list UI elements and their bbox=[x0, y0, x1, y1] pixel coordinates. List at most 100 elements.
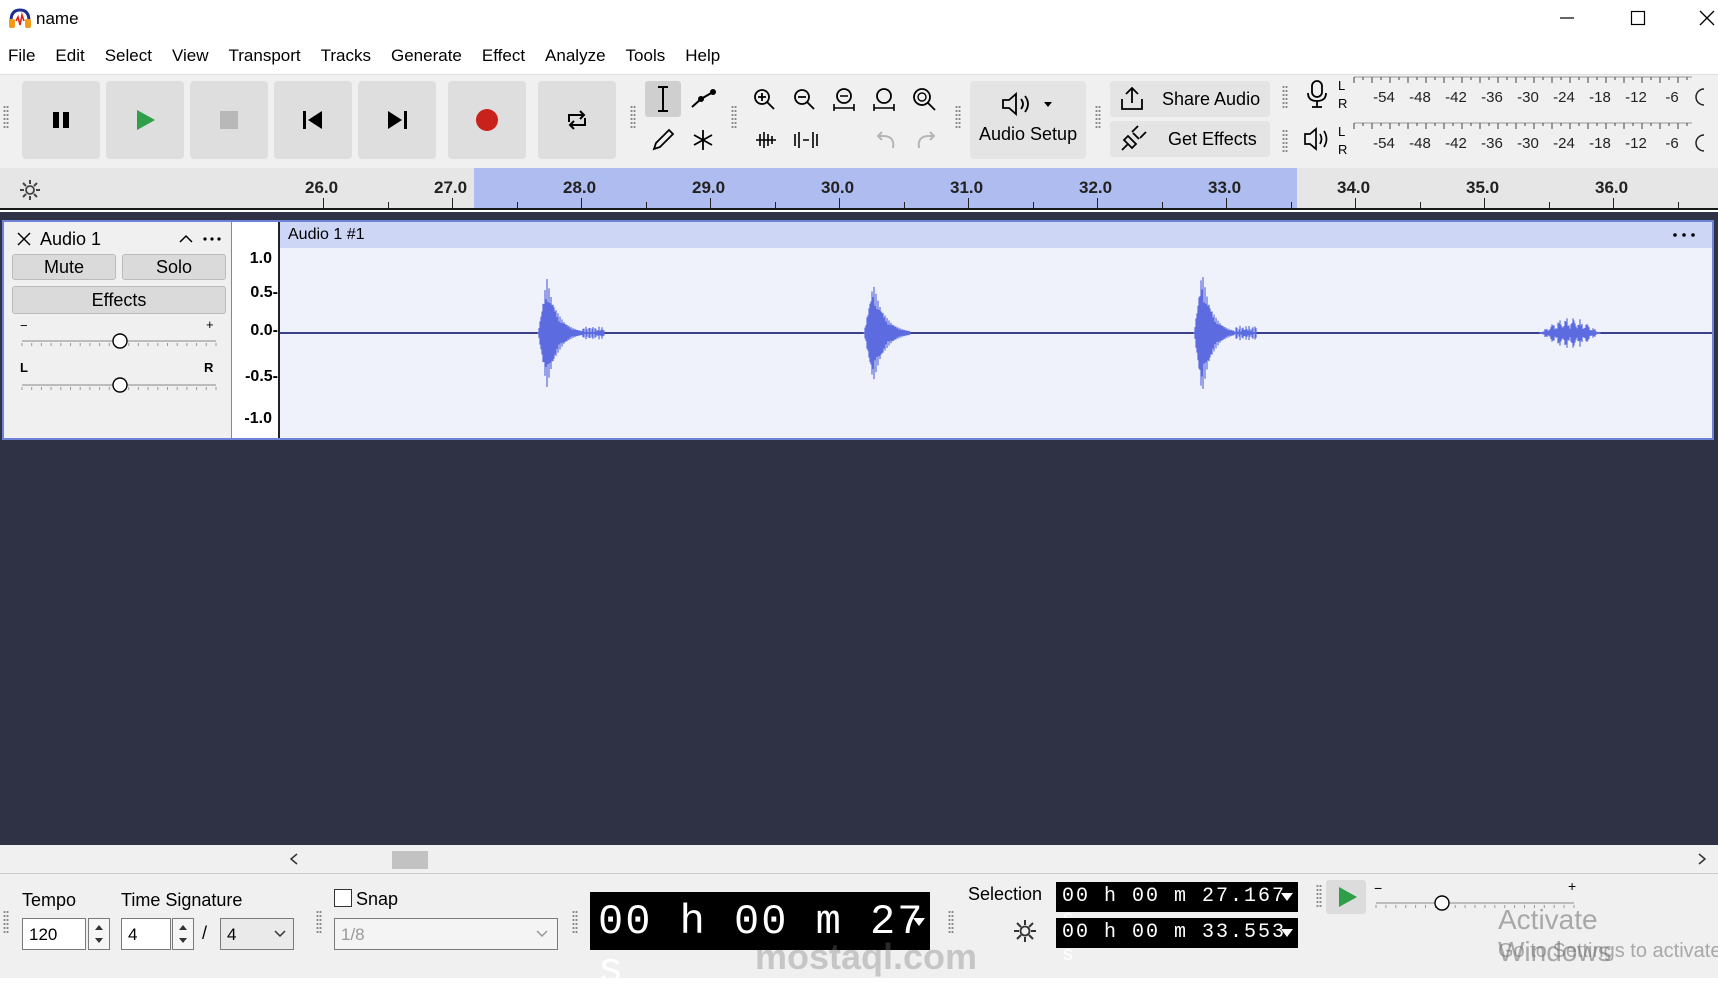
toolbar-grip[interactable] bbox=[3, 105, 9, 129]
gain-slider[interactable] bbox=[20, 330, 220, 352]
skip-to-start-button[interactable] bbox=[274, 81, 352, 159]
menu-transport[interactable]: Transport bbox=[229, 46, 301, 66]
meter-slider-knob[interactable] bbox=[1695, 88, 1705, 106]
menu-file[interactable]: File bbox=[8, 46, 35, 66]
silence-audio-button[interactable] bbox=[788, 122, 824, 158]
menu-analyze[interactable]: Analyze bbox=[545, 46, 605, 66]
microphone-icon[interactable] bbox=[1304, 79, 1330, 109]
skip-to-end-button[interactable] bbox=[358, 81, 436, 159]
zoom-out-button[interactable] bbox=[786, 81, 822, 117]
solo-button[interactable]: Solo bbox=[122, 254, 226, 280]
toolbar-grip[interactable] bbox=[572, 910, 578, 934]
meter-scale-label: -6 bbox=[1665, 135, 1678, 152]
share-audio-button[interactable]: Share Audio bbox=[1110, 81, 1270, 117]
plug-icon bbox=[1121, 125, 1147, 151]
record-button[interactable] bbox=[448, 81, 526, 159]
ruler-label: 27.0 bbox=[434, 178, 468, 197]
clip-menu-icon[interactable] bbox=[1672, 230, 1696, 240]
close-window-button[interactable] bbox=[1676, 0, 1718, 36]
playback-meter[interactable]: -54 -48 -42 -36 -30 -24 -18 -12 -6 bbox=[1352, 121, 1707, 161]
tracks-area[interactable]: Audio 1 Mute Solo Effects − + L R 1.0 0. bbox=[0, 212, 1718, 845]
get-effects-button[interactable]: Get Effects bbox=[1110, 121, 1270, 157]
fit-selection-button[interactable] bbox=[826, 81, 862, 117]
collapse-chevron-icon[interactable] bbox=[178, 232, 194, 246]
selection-tool-button[interactable] bbox=[645, 81, 681, 117]
ruler-major-tick bbox=[1484, 198, 1485, 208]
ruler-label: 34.0 bbox=[1337, 178, 1371, 197]
ruler-major-tick bbox=[1355, 198, 1356, 208]
recording-meter[interactable]: -54 -48 -42 -36 -30 -24 -18 -12 -6 bbox=[1352, 75, 1707, 115]
meter-scale-label: -30 bbox=[1517, 89, 1539, 106]
play-at-speed-button[interactable] bbox=[1326, 880, 1366, 914]
ruler-minor-tick bbox=[645, 202, 647, 208]
toolbar-grip[interactable] bbox=[1282, 129, 1288, 153]
toolbar-grip[interactable] bbox=[955, 105, 961, 129]
ts-denominator-select[interactable]: 4 bbox=[220, 918, 294, 950]
toolbar-grip[interactable] bbox=[3, 910, 9, 934]
timeline-ruler[interactable]: 26.0 27.0 28.0 29.0 30.0 31.0 32.0 33.0 34.0 35.0… bbox=[0, 168, 1718, 210]
menu-tracks[interactable]: Tracks bbox=[321, 46, 371, 66]
horizontal-scrollbar[interactable] bbox=[0, 845, 1718, 873]
zoom-in-button[interactable] bbox=[746, 81, 782, 117]
toolbar-grip[interactable] bbox=[731, 105, 737, 129]
maximize-button[interactable] bbox=[1607, 0, 1669, 36]
menu-help[interactable]: Help bbox=[685, 46, 720, 66]
scroll-left-icon[interactable] bbox=[288, 852, 300, 866]
selection-end-display[interactable]: 00 h 00 m 33.553 s bbox=[1056, 918, 1298, 967]
toolbar-grip[interactable] bbox=[1095, 105, 1101, 129]
scroll-right-icon[interactable] bbox=[1696, 852, 1708, 866]
ruler-minor-tick bbox=[1548, 202, 1550, 208]
audio-clip[interactable]: Audio 1 #1 bbox=[280, 222, 1712, 438]
snap-checkbox[interactable] bbox=[334, 889, 352, 907]
speaker-icon[interactable] bbox=[1302, 125, 1332, 153]
envelope-tool-button[interactable] bbox=[685, 81, 721, 117]
audio-setup-button[interactable]: Audio Setup bbox=[970, 81, 1086, 159]
selection-start-display[interactable]: 00 h 00 m 27.167 s bbox=[1056, 882, 1298, 931]
trim-icon bbox=[756, 132, 776, 148]
ts-numerator-spinner[interactable] bbox=[172, 918, 194, 950]
multi-tool-button[interactable] bbox=[685, 122, 721, 158]
toolbar-grip[interactable] bbox=[1316, 884, 1322, 908]
undo-button[interactable] bbox=[868, 122, 904, 158]
minimize-button[interactable] bbox=[1536, 0, 1598, 36]
toolbar-grip[interactable] bbox=[948, 910, 954, 934]
ruler-major-tick bbox=[1226, 198, 1227, 208]
audio-track[interactable]: Audio 1 Mute Solo Effects − + L R 1.0 0. bbox=[2, 220, 1714, 440]
draw-tool-button[interactable] bbox=[645, 122, 681, 158]
clip-header[interactable]: Audio 1 #1 bbox=[280, 222, 1712, 248]
redo-button[interactable] bbox=[908, 122, 944, 158]
effects-button[interactable]: Effects bbox=[12, 286, 226, 314]
toolbar-grip[interactable] bbox=[630, 105, 636, 129]
silence-icon bbox=[794, 132, 818, 148]
track-name[interactable]: Audio 1 bbox=[40, 229, 101, 250]
fit-project-button[interactable] bbox=[866, 81, 902, 117]
menu-tools[interactable]: Tools bbox=[626, 46, 666, 66]
menu-effect[interactable]: Effect bbox=[482, 46, 525, 66]
track-menu-icon[interactable] bbox=[202, 232, 222, 246]
menu-generate[interactable]: Generate bbox=[391, 46, 462, 66]
menu-edit[interactable]: Edit bbox=[55, 46, 84, 66]
pan-slider[interactable] bbox=[20, 374, 220, 396]
meter-slider-knob[interactable] bbox=[1695, 134, 1705, 152]
menu-select[interactable]: Select bbox=[105, 46, 152, 66]
close-track-icon[interactable] bbox=[16, 231, 32, 247]
play-button[interactable] bbox=[106, 81, 184, 159]
ts-numerator-input[interactable]: 4 bbox=[121, 918, 171, 950]
scroll-thumb[interactable] bbox=[392, 851, 428, 869]
chevron-down-icon bbox=[913, 918, 925, 926]
mute-button[interactable]: Mute bbox=[12, 254, 116, 280]
tempo-input[interactable]: 120 bbox=[22, 918, 86, 950]
speaker-dropdown-icon bbox=[1002, 92, 1052, 116]
meter-scale-label: -54 bbox=[1373, 135, 1395, 152]
menu-view[interactable]: View bbox=[172, 46, 209, 66]
tempo-spinner[interactable] bbox=[88, 918, 110, 950]
toolbar-grip[interactable] bbox=[316, 910, 322, 934]
loop-button[interactable] bbox=[538, 81, 616, 159]
snap-select[interactable]: 1/8 bbox=[334, 918, 558, 950]
gear-icon[interactable] bbox=[1012, 918, 1038, 944]
toolbar-grip[interactable] bbox=[1282, 85, 1288, 109]
pause-button[interactable] bbox=[22, 81, 100, 159]
zoom-toggle-button[interactable] bbox=[906, 81, 942, 117]
stop-button[interactable] bbox=[190, 81, 268, 159]
trim-audio-button[interactable] bbox=[748, 122, 784, 158]
